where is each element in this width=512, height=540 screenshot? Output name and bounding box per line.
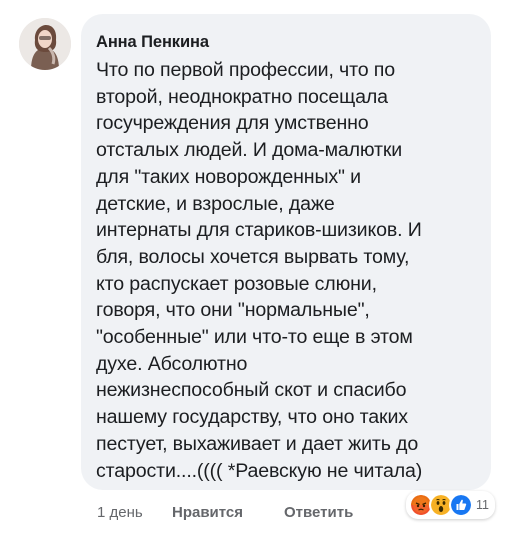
like-reaction-icon bbox=[449, 493, 473, 517]
comment-timestamp[interactable]: 1 день bbox=[97, 504, 143, 521]
comment-bubble: Анна Пенкина Что по первой профессии, чт… bbox=[81, 14, 491, 490]
avatar-image bbox=[19, 18, 71, 70]
comment-text: Что по первой профессии, что по второй, … bbox=[96, 59, 423, 482]
reactions-count: 11 bbox=[476, 498, 489, 512]
like-button[interactable]: Нравится bbox=[172, 504, 243, 521]
comment-author-name[interactable]: Анна Пенкина bbox=[96, 32, 477, 52]
reactions-summary[interactable]: 11 bbox=[406, 491, 495, 519]
author-avatar[interactable] bbox=[19, 18, 71, 70]
reply-button[interactable]: Ответить bbox=[284, 504, 353, 521]
